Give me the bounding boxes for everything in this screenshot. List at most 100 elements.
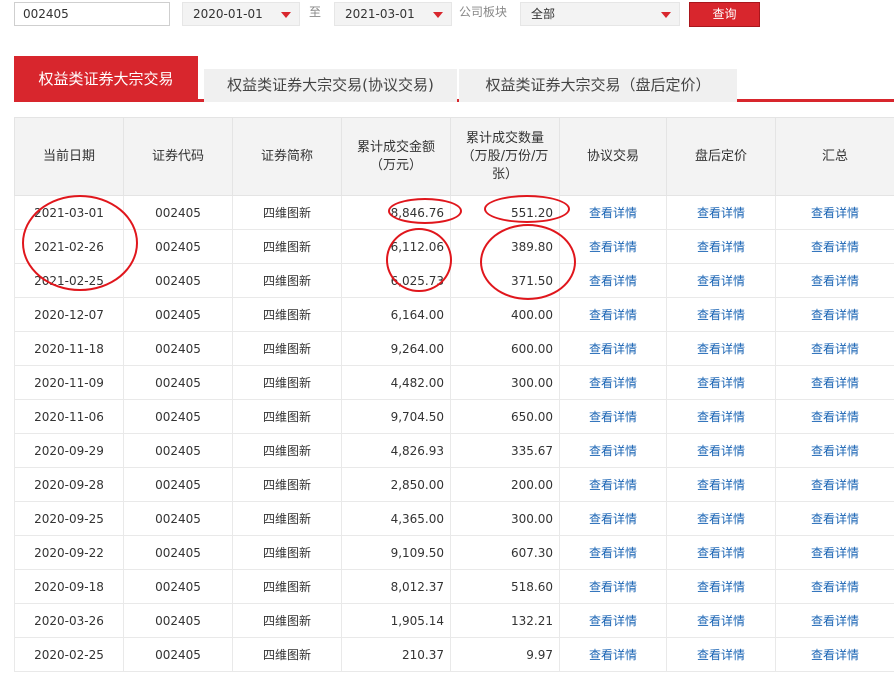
view-details-link-summary[interactable]: 查看详情 — [775, 229, 894, 264]
view-details-link-agreement[interactable]: 查看详情 — [559, 433, 667, 468]
view-details-link-after-hours[interactable]: 查看详情 — [666, 399, 776, 434]
cell-code: 002405 — [123, 365, 233, 400]
tab-bar: 权益类证券大宗交易 权益类证券大宗交易(协议交易) 权益类证券大宗交易（盘后定价… — [14, 56, 894, 102]
view-details-link-agreement[interactable]: 查看详情 — [559, 637, 667, 672]
cell-code: 002405 — [123, 331, 233, 366]
security-code-input[interactable] — [14, 2, 170, 26]
table-row: 2020-02-25 002405 四维图新 210.37 9.97 查看详情 查看详情 查看… — [14, 637, 894, 672]
header-after-hours: 盘后定价 — [666, 117, 776, 196]
cell-volume: 335.67 — [450, 433, 560, 468]
cell-date: 2020-11-06 — [14, 399, 124, 434]
cell-date: 2020-09-28 — [14, 467, 124, 502]
table-row: 2020-09-29 002405 四维图新 4,826.93 335.67 查看详情 查看… — [14, 433, 894, 468]
dropdown-arrow-icon — [281, 12, 291, 18]
query-button[interactable]: 查询 — [689, 2, 760, 27]
end-date-value: 2021-03-01 — [345, 7, 415, 21]
table-row: 2020-11-09 002405 四维图新 4,482.00 300.00 查看详情 查看… — [14, 365, 894, 400]
view-details-link-after-hours[interactable]: 查看详情 — [666, 501, 776, 536]
view-details-link-after-hours[interactable]: 查看详情 — [666, 467, 776, 502]
header-amount: 累计成交金额（万元） — [341, 117, 451, 196]
view-details-link-after-hours[interactable]: 查看详情 — [666, 229, 776, 264]
view-details-link-summary[interactable]: 查看详情 — [775, 535, 894, 570]
view-details-link-agreement[interactable]: 查看详情 — [559, 501, 667, 536]
cell-volume: 518.60 — [450, 569, 560, 604]
cell-code: 002405 — [123, 637, 233, 672]
view-details-link-agreement[interactable]: 查看详情 — [559, 297, 667, 332]
tab-block-trade-after-hours[interactable]: 权益类证券大宗交易（盘后定价） — [459, 69, 737, 102]
cell-date: 2020-02-25 — [14, 637, 124, 672]
cell-name: 四维图新 — [232, 467, 342, 502]
view-details-link-agreement[interactable]: 查看详情 — [559, 331, 667, 366]
cell-amount: 4,365.00 — [341, 501, 451, 536]
view-details-link-after-hours[interactable]: 查看详情 — [666, 603, 776, 638]
board-label: 公司板块 — [459, 5, 508, 19]
view-details-link-summary[interactable]: 查看详情 — [775, 365, 894, 400]
header-date: 当前日期 — [14, 117, 124, 196]
cell-name: 四维图新 — [232, 263, 342, 298]
view-details-link-agreement[interactable]: 查看详情 — [559, 399, 667, 434]
cell-code: 002405 — [123, 603, 233, 638]
view-details-link-agreement[interactable]: 查看详情 — [559, 535, 667, 570]
view-details-link-summary[interactable]: 查看详情 — [775, 297, 894, 332]
view-details-link-agreement[interactable]: 查看详情 — [559, 229, 667, 264]
cell-code: 002405 — [123, 501, 233, 536]
dropdown-arrow-icon — [661, 12, 671, 18]
cell-code: 002405 — [123, 535, 233, 570]
view-details-link-after-hours[interactable]: 查看详情 — [666, 535, 776, 570]
cell-date: 2020-03-26 — [14, 603, 124, 638]
cell-date: 2020-09-25 — [14, 501, 124, 536]
view-details-link-after-hours[interactable]: 查看详情 — [666, 195, 776, 230]
view-details-link-after-hours[interactable]: 查看详情 — [666, 433, 776, 468]
cell-volume: 300.00 — [450, 501, 560, 536]
view-details-link-after-hours[interactable]: 查看详情 — [666, 569, 776, 604]
view-details-link-agreement[interactable]: 查看详情 — [559, 603, 667, 638]
cell-date: 2020-11-09 — [14, 365, 124, 400]
cell-amount: 2,850.00 — [341, 467, 451, 502]
table-row: 2020-12-07 002405 四维图新 6,164.00 400.00 查看详情 查看… — [14, 297, 894, 332]
view-details-link-agreement[interactable]: 查看详情 — [559, 263, 667, 298]
view-details-link-summary[interactable]: 查看详情 — [775, 331, 894, 366]
view-details-link-summary[interactable]: 查看详情 — [775, 195, 894, 230]
cell-name: 四维图新 — [232, 399, 342, 434]
cell-amount: 6,164.00 — [341, 297, 451, 332]
cell-code: 002405 — [123, 399, 233, 434]
view-details-link-summary[interactable]: 查看详情 — [775, 569, 894, 604]
start-date-select[interactable]: 2020-01-01 — [182, 2, 300, 26]
view-details-link-after-hours[interactable]: 查看详情 — [666, 637, 776, 672]
view-details-link-agreement[interactable]: 查看详情 — [559, 569, 667, 604]
cell-code: 002405 — [123, 467, 233, 502]
view-details-link-summary[interactable]: 查看详情 — [775, 399, 894, 434]
cell-volume: 9.97 — [450, 637, 560, 672]
view-details-link-summary[interactable]: 查看详情 — [775, 501, 894, 536]
cell-name: 四维图新 — [232, 433, 342, 468]
cell-volume: 132.21 — [450, 603, 560, 638]
cell-code: 002405 — [123, 297, 233, 332]
view-details-link-summary[interactable]: 查看详情 — [775, 637, 894, 672]
tab-block-trade[interactable]: 权益类证券大宗交易 — [14, 56, 198, 102]
cell-name: 四维图新 — [232, 365, 342, 400]
table-row: 2021-02-25 002405 四维图新 6,025.73 371.50 查看详情 查看… — [14, 263, 894, 298]
view-details-link-after-hours[interactable]: 查看详情 — [666, 331, 776, 366]
header-agreement: 协议交易 — [559, 117, 667, 196]
cell-amount: 4,482.00 — [341, 365, 451, 400]
view-details-link-summary[interactable]: 查看详情 — [775, 433, 894, 468]
trade-table-container: 当前日期 证券代码 证券简称 累计成交金额（万元） 累计成交数量（万股/万份/万… — [14, 117, 894, 672]
view-details-link-after-hours[interactable]: 查看详情 — [666, 263, 776, 298]
cell-name: 四维图新 — [232, 569, 342, 604]
view-details-link-after-hours[interactable]: 查看详情 — [666, 297, 776, 332]
header-volume: 累计成交数量（万股/万份/万张） — [450, 117, 560, 196]
tab-block-trade-agreement[interactable]: 权益类证券大宗交易(协议交易) — [204, 69, 457, 102]
cell-name: 四维图新 — [232, 297, 342, 332]
view-details-link-agreement[interactable]: 查看详情 — [559, 195, 667, 230]
view-details-link-after-hours[interactable]: 查看详情 — [666, 365, 776, 400]
view-details-link-summary[interactable]: 查看详情 — [775, 467, 894, 502]
view-details-link-summary[interactable]: 查看详情 — [775, 603, 894, 638]
end-date-select[interactable]: 2021-03-01 — [334, 2, 452, 26]
board-select[interactable]: 全部 — [520, 2, 680, 26]
cell-amount: 9,109.50 — [341, 535, 451, 570]
cell-volume: 650.00 — [450, 399, 560, 434]
view-details-link-agreement[interactable]: 查看详情 — [559, 365, 667, 400]
table-row: 2020-11-06 002405 四维图新 9,704.50 650.00 查看详情 查看… — [14, 399, 894, 434]
view-details-link-agreement[interactable]: 查看详情 — [559, 467, 667, 502]
view-details-link-summary[interactable]: 查看详情 — [775, 263, 894, 298]
